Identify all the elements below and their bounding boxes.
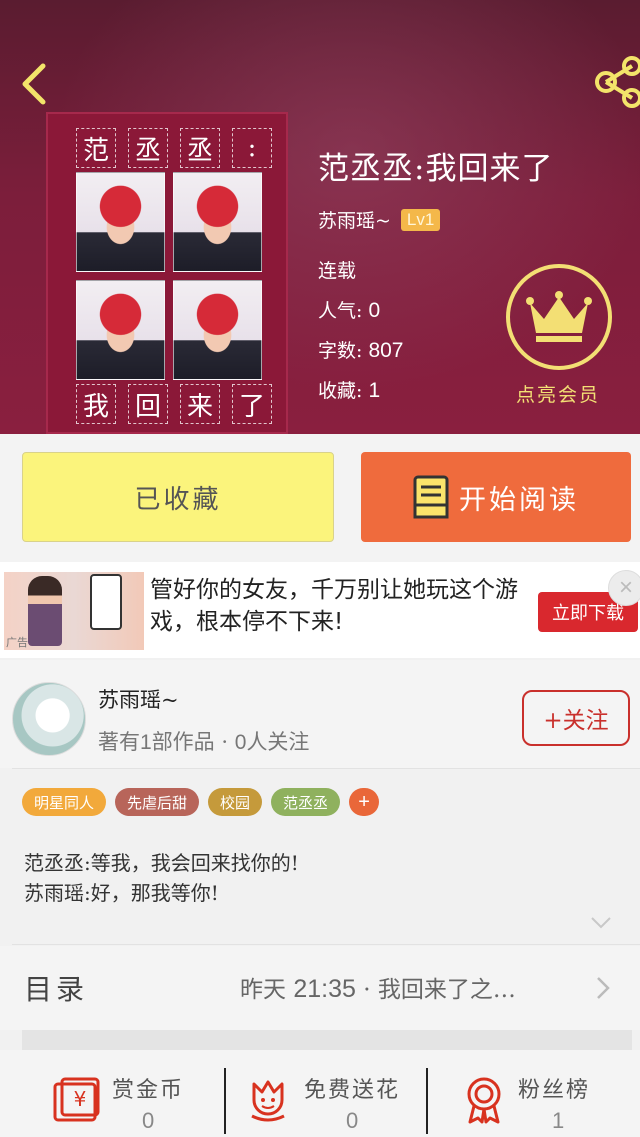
update-time: 21:35 [293,975,356,1003]
stats-separator: · [221,730,229,754]
favorites-label: 收藏: [318,380,363,402]
popularity-stat: 人气: 0 [318,296,380,323]
vip-button[interactable] [506,264,612,370]
ad-tag: 广告 [6,637,28,649]
vertical-divider [426,1068,428,1134]
author-name[interactable]: 苏雨瑶~ [98,684,179,714]
word-count-value: 807 [368,339,404,362]
level-badge: Lv1 [400,208,441,231]
works-count: 1 [140,731,152,754]
vertical-divider [224,1068,226,1134]
reward-value: 0 [142,1108,155,1133]
book-icon [413,475,449,519]
chevron-right-icon [597,977,610,999]
start-reading-label: 开始阅读 [459,484,579,516]
collected-button[interactable]: 已收藏 [22,452,334,542]
cover-char: 丞 [180,128,220,168]
crown-icon [526,291,592,342]
author-stats: 著有1部作品 · 0人关注 [98,726,309,756]
cover-title-bottom: 我 回 来 了 [76,384,272,424]
followers-count: 0 [234,731,247,754]
share-button[interactable] [592,54,640,110]
ad-phone-figure [90,574,122,630]
author-section: 苏雨瑶~ 著有1部作品 · 0人关注 +关注 [0,660,640,768]
reward-label: 赏金币 [112,1078,185,1103]
follow-button[interactable]: +关注 [522,690,630,746]
word-count-stat: 字数: 807 [318,336,404,363]
toc-separator: · [363,977,371,1003]
ad-close-button[interactable]: × [608,570,640,606]
svg-text:¥: ¥ [74,1087,87,1111]
cover-title-top: 范 丞 丞 : [76,128,272,168]
cover-photo-grid [76,172,262,380]
works-suffix: 部作品 [151,730,215,754]
latest-chapter-info: 昨天 21:35 · 我回来了之… [240,970,516,1004]
toc-label: 目录 [24,973,89,1006]
cover-char: 我 [76,384,116,424]
send-flower-button[interactable]: 免费送花 0 [246,1068,416,1137]
ad-image: 广告 [4,572,144,650]
tag-chip[interactable]: 校园 [208,788,263,816]
word-count-label: 字数: [318,340,363,362]
back-arrow-icon [22,63,46,105]
popularity-value: 0 [368,299,381,322]
fans-label: 粉丝榜 [518,1078,591,1103]
cover-char: 回 [128,384,168,424]
bottom-action-bar: ¥ 赏金币 0 免费送花 0 粉丝榜 1 [0,1050,640,1137]
section-separator [22,1030,632,1050]
share-icon [595,56,640,108]
back-button[interactable] [14,60,54,108]
update-day: 昨天 [240,977,286,1003]
book-header: 范 丞 丞 : 我 回 来 了 范丞丞:我回来了 苏雨瑶~ Lv1 连载 人气:… [0,0,640,434]
followers-suffix: 人关注 [246,730,310,754]
chevron-down-icon[interactable] [590,916,612,930]
book-title: 范丞丞:我回来了 [318,151,554,187]
flower-icon [251,1080,285,1122]
cover-photo [76,172,165,272]
coin-envelope-icon: ¥ [53,1077,100,1122]
divider [12,768,640,769]
status-text: 连载 [318,260,357,282]
action-bar: 已收藏 开始阅读 [0,434,640,562]
tag-list: 明星同人 先虐后甜 校园 范丞丞 + [22,788,380,816]
ad-banner[interactable]: 广告 管好你的女友，千万别让她玩这个游戏，根本停不下来! 立即下载 [0,562,640,658]
cover-char: 丞 [128,128,168,168]
cover-char: 来 [180,384,220,424]
header-author-name[interactable]: 苏雨瑶~ [318,206,391,233]
favorites-value: 1 [368,379,381,402]
cover-char: 范 [76,128,116,168]
vip-label[interactable]: 点亮会员 [516,380,600,407]
fans-ranking-button[interactable]: 粉丝榜 1 [462,1068,612,1137]
cover-char: : [232,128,272,168]
tag-chip[interactable]: 先虐后甜 [115,788,200,816]
cover-photo [173,172,262,272]
ad-text: 管好你的女友，千万别让她玩这个游戏，根本停不下来! [150,577,518,635]
add-tag-button[interactable]: + [349,788,380,816]
book-description: 范丞丞:等我，我会回来找你的! 苏雨瑶:好，那我等你! [24,851,299,905]
fans-value: 1 [552,1108,565,1133]
flower-value: 0 [346,1108,359,1133]
latest-chapter-title: 我回来了之… [377,977,516,1003]
divider [12,944,640,945]
header-author-row: 苏雨瑶~ Lv1 [318,206,441,233]
reward-coins-button[interactable]: ¥ 赏金币 0 [52,1068,202,1137]
medal-icon [467,1077,501,1124]
flower-label: 免费送花 [304,1078,401,1103]
avatar[interactable] [12,682,86,756]
cover-photo [76,280,165,380]
table-of-contents-row[interactable]: 目录 昨天 21:35 · 我回来了之… [0,946,640,1030]
ad-person-figure [28,576,62,646]
favorites-stat: 收藏: 1 [318,376,380,403]
start-reading-button[interactable]: 开始阅读 [361,452,631,542]
cover-photo [173,280,262,380]
works-prefix: 著有 [98,730,140,754]
book-cover[interactable]: 范 丞 丞 : 我 回 来 了 [46,112,288,434]
popularity-label: 人气: [318,300,363,322]
tag-chip[interactable]: 范丞丞 [271,788,341,816]
tag-chip[interactable]: 明星同人 [22,788,107,816]
cover-char: 了 [232,384,272,424]
